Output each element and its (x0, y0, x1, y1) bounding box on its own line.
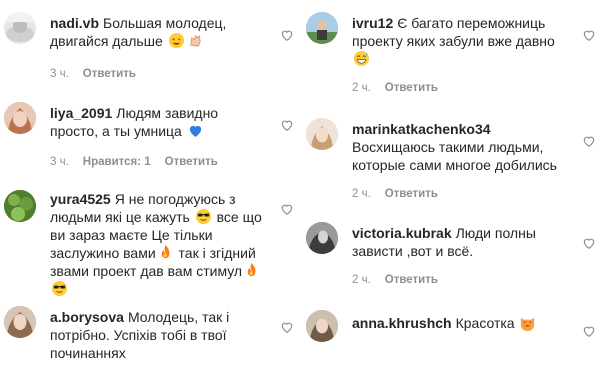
comment-body: yura4525 Я не погоджуюсь з людьми які це … (50, 190, 270, 298)
fire-emoji (157, 244, 174, 261)
reply-button[interactable]: Ответить (385, 82, 438, 94)
reply-button[interactable]: Ответить (385, 188, 438, 200)
comment-username[interactable]: yura4525 (50, 191, 111, 207)
like-heart-icon[interactable] (582, 28, 596, 42)
comment-body: ivru12 Є багато переможниць проекту яких … (352, 14, 574, 68)
comment-username[interactable]: victoria.kubrak (352, 225, 452, 241)
fire-emoji (243, 262, 260, 279)
comments-page: nadi.vb Большая молодец, двигайся дальше … (0, 0, 605, 370)
comment-meta: 3 ч. Нравится: 1 Ответить (50, 156, 232, 168)
cat-heart-eyes-emoji (519, 314, 536, 331)
comment-body: a.borysova Молодець, так і потрібно. Успі… (50, 308, 270, 362)
comment-body: victoria.kubrak Люди полны зависти ,вот и… (352, 224, 574, 260)
like-heart-icon[interactable] (280, 202, 294, 216)
comment-time[interactable]: 3 ч. (50, 156, 69, 168)
comment-username[interactable]: anna.khrushch (352, 315, 452, 331)
like-heart-icon[interactable] (582, 134, 596, 148)
avatar[interactable] (306, 310, 338, 342)
comment-username[interactable]: marinkatkachenko34 (352, 121, 491, 137)
sunglasses-emoji (51, 280, 68, 297)
reply-button[interactable]: Ответить (83, 68, 136, 80)
avatar[interactable] (4, 102, 36, 134)
comment-username[interactable]: liya_2091 (50, 105, 112, 121)
reply-button[interactable]: Ответить (385, 274, 438, 286)
star-struck-emoji (168, 32, 185, 49)
comment-time[interactable]: 3 ч. (50, 68, 69, 80)
comment-text: Красотка (455, 315, 515, 331)
comment-body: marinkatkachenko34 Восхищаюсь такими людь… (352, 120, 574, 174)
sunglasses-emoji (195, 208, 212, 225)
comment-body: liya_2091 Людям завидно просто, а ты умни… (50, 104, 270, 140)
avatar[interactable] (306, 222, 338, 254)
like-heart-icon[interactable] (280, 118, 294, 132)
blue-heart-emoji (187, 122, 204, 139)
comment-body: anna.khrushch Красотка (352, 314, 574, 332)
comment-time[interactable]: 2 ч. (352, 82, 371, 94)
avatar[interactable] (4, 190, 36, 222)
comment-username[interactable]: ivru12 (352, 15, 393, 31)
like-heart-icon[interactable] (280, 320, 294, 334)
comment-likes[interactable]: Нравится: 1 (83, 156, 151, 168)
like-heart-icon[interactable] (582, 324, 596, 338)
comment-body: nadi.vb Большая молодец, двигайся дальше (50, 14, 270, 50)
comment-meta: 2 ч. Ответить (352, 188, 452, 200)
avatar[interactable] (306, 118, 338, 150)
clapping-hands-emoji (187, 32, 204, 49)
comment-username[interactable]: a.borysova (50, 309, 124, 325)
comment-username[interactable]: nadi.vb (50, 15, 99, 31)
comment-meta: 2 ч. Ответить (352, 274, 452, 286)
comment-text: Восхищаюсь такими людьми, которые сами м… (352, 139, 557, 173)
comment-time[interactable]: 2 ч. (352, 188, 371, 200)
like-heart-icon[interactable] (280, 28, 294, 42)
comment-meta: 3 ч. Ответить (50, 68, 150, 80)
grinning-sweat-emoji (353, 50, 370, 67)
reply-button[interactable]: Ответить (165, 156, 218, 168)
avatar[interactable] (4, 306, 36, 338)
avatar[interactable] (4, 12, 36, 44)
avatar[interactable] (306, 12, 338, 44)
like-heart-icon[interactable] (582, 236, 596, 250)
comment-time[interactable]: 2 ч. (352, 274, 371, 286)
comment-meta: 2 ч. Ответить (352, 82, 452, 94)
